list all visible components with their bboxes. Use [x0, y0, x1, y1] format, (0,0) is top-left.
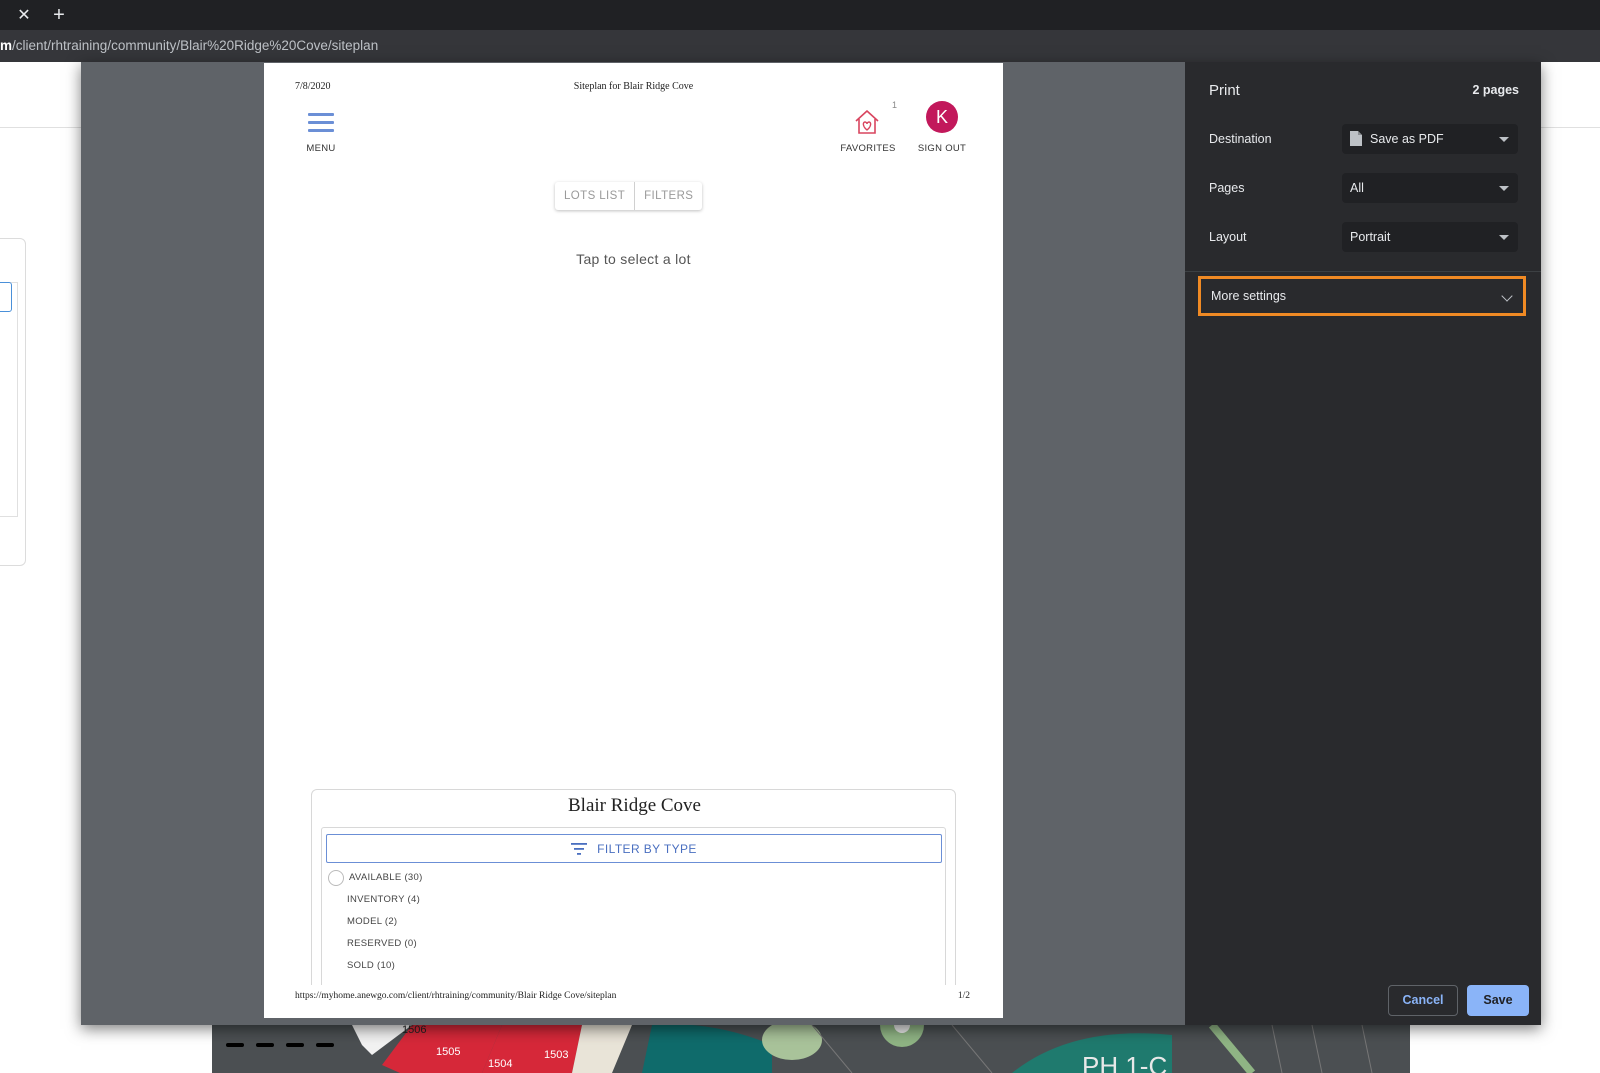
- layout-select[interactable]: Portrait: [1342, 222, 1518, 252]
- lot-type-available: AVAILABLE (30): [349, 872, 423, 883]
- chevron-down-icon: [1501, 290, 1513, 302]
- background-input-field: [0, 282, 12, 312]
- filter-by-type-label: FILTER BY TYPE: [597, 841, 697, 856]
- pages-label: Pages: [1209, 181, 1245, 195]
- sign-out-label: SIGN OUT: [917, 143, 967, 154]
- more-settings-button[interactable]: More settings: [1198, 276, 1526, 316]
- more-settings-label: More settings: [1211, 289, 1287, 303]
- lot-label-1504[interactable]: 1504: [488, 1058, 512, 1070]
- background-inner-panel: [0, 282, 18, 517]
- pages-select[interactable]: All: [1342, 173, 1518, 203]
- lot-label-1506[interactable]: 1506: [402, 1025, 426, 1036]
- print-title: Print: [1209, 82, 1240, 99]
- filter-icon: [571, 842, 588, 855]
- print-preview-area: 7/8/2020 Siteplan for Blair Ridge Cove M…: [81, 62, 1185, 1025]
- url-text[interactable]: m/client/rhtraining/community/Blair%20Ri…: [0, 38, 378, 53]
- layout-label: Layout: [1209, 230, 1247, 244]
- lot-label-1505[interactable]: 1505: [436, 1046, 460, 1058]
- layout-value: Portrait: [1350, 230, 1391, 244]
- lot-type-inventory: INVENTORY (4): [347, 894, 421, 905]
- preview-page: 7/8/2020 Siteplan for Blair Ridge Cove M…: [264, 63, 1003, 1018]
- favorites-label: FAVORITES: [840, 143, 896, 154]
- community-card: Blair Ridge Cove FILTER BY TYPE AVAILABL…: [311, 789, 956, 1018]
- chevron-down-icon: [1499, 186, 1509, 191]
- new-tab-button[interactable]: +: [46, 3, 72, 27]
- print-dialog: 7/8/2020 Siteplan for Blair Ridge Cove M…: [81, 62, 1541, 1025]
- lots-filters-toggle: LOTS LIST FILTERS: [555, 182, 703, 210]
- cancel-button[interactable]: Cancel: [1388, 985, 1458, 1016]
- filter-by-type-button: FILTER BY TYPE: [326, 834, 942, 863]
- destination-label: Destination: [1209, 132, 1272, 146]
- pages-value: All: [1350, 181, 1364, 195]
- panel-divider: [1185, 271, 1541, 272]
- user-avatar: K: [926, 101, 958, 133]
- chevron-down-icon: [1499, 137, 1509, 142]
- lot-label-1503[interactable]: 1503: [544, 1049, 568, 1061]
- tap-to-select-hint: Tap to select a lot: [576, 251, 691, 267]
- save-button[interactable]: Save: [1467, 985, 1529, 1016]
- print-settings-panel: Print 2 pages Destination Save as PDF Pa…: [1185, 62, 1541, 1025]
- menu-label: MENU: [306, 143, 336, 154]
- page-count: 2 pages: [1472, 83, 1519, 97]
- siteplan-map[interactable]: 1506 1505 1504 1503 PH 1-C: [212, 1025, 1410, 1073]
- destination-value: Save as PDF: [1370, 132, 1444, 146]
- menu-icon: [308, 113, 334, 133]
- address-bar[interactable]: m/client/rhtraining/community/Blair%20Ri…: [0, 30, 1600, 62]
- lot-type-model: MODEL (2): [347, 916, 398, 927]
- community-title: Blair Ridge Cove: [568, 795, 701, 816]
- siteplan-map-drawing: [212, 1025, 1410, 1073]
- url-path: /client/rhtraining/community/Blair%20Rid…: [12, 38, 379, 53]
- map-phase-label: PH 1-C: [1082, 1051, 1168, 1073]
- tab-filters: FILTERS: [634, 182, 702, 210]
- print-footer-band: [264, 985, 1003, 1018]
- print-header-title: Siteplan for Blair Ridge Cove: [573, 81, 694, 92]
- lot-type-sold: SOLD (10): [347, 960, 396, 971]
- print-footer-page-number: 1/2: [957, 991, 970, 1001]
- favorites-count: 1: [892, 100, 898, 110]
- print-footer-url: https://myhome.anewgo.com/client/rhtrain…: [295, 991, 617, 1001]
- lot-type-reserved: RESERVED (0): [347, 938, 417, 949]
- favorites-house-heart-icon: [852, 107, 882, 137]
- document-icon: [1350, 130, 1362, 146]
- close-tab-icon[interactable]: ✕: [10, 4, 38, 28]
- tab-lots-list: LOTS LIST: [564, 190, 626, 202]
- tab-strip: ✕ +: [0, 0, 1600, 30]
- url-host-fragment: m: [0, 38, 13, 53]
- chevron-down-icon: [1499, 235, 1509, 240]
- available-radio: [328, 870, 344, 886]
- destination-select[interactable]: Save as PDF: [1342, 124, 1518, 154]
